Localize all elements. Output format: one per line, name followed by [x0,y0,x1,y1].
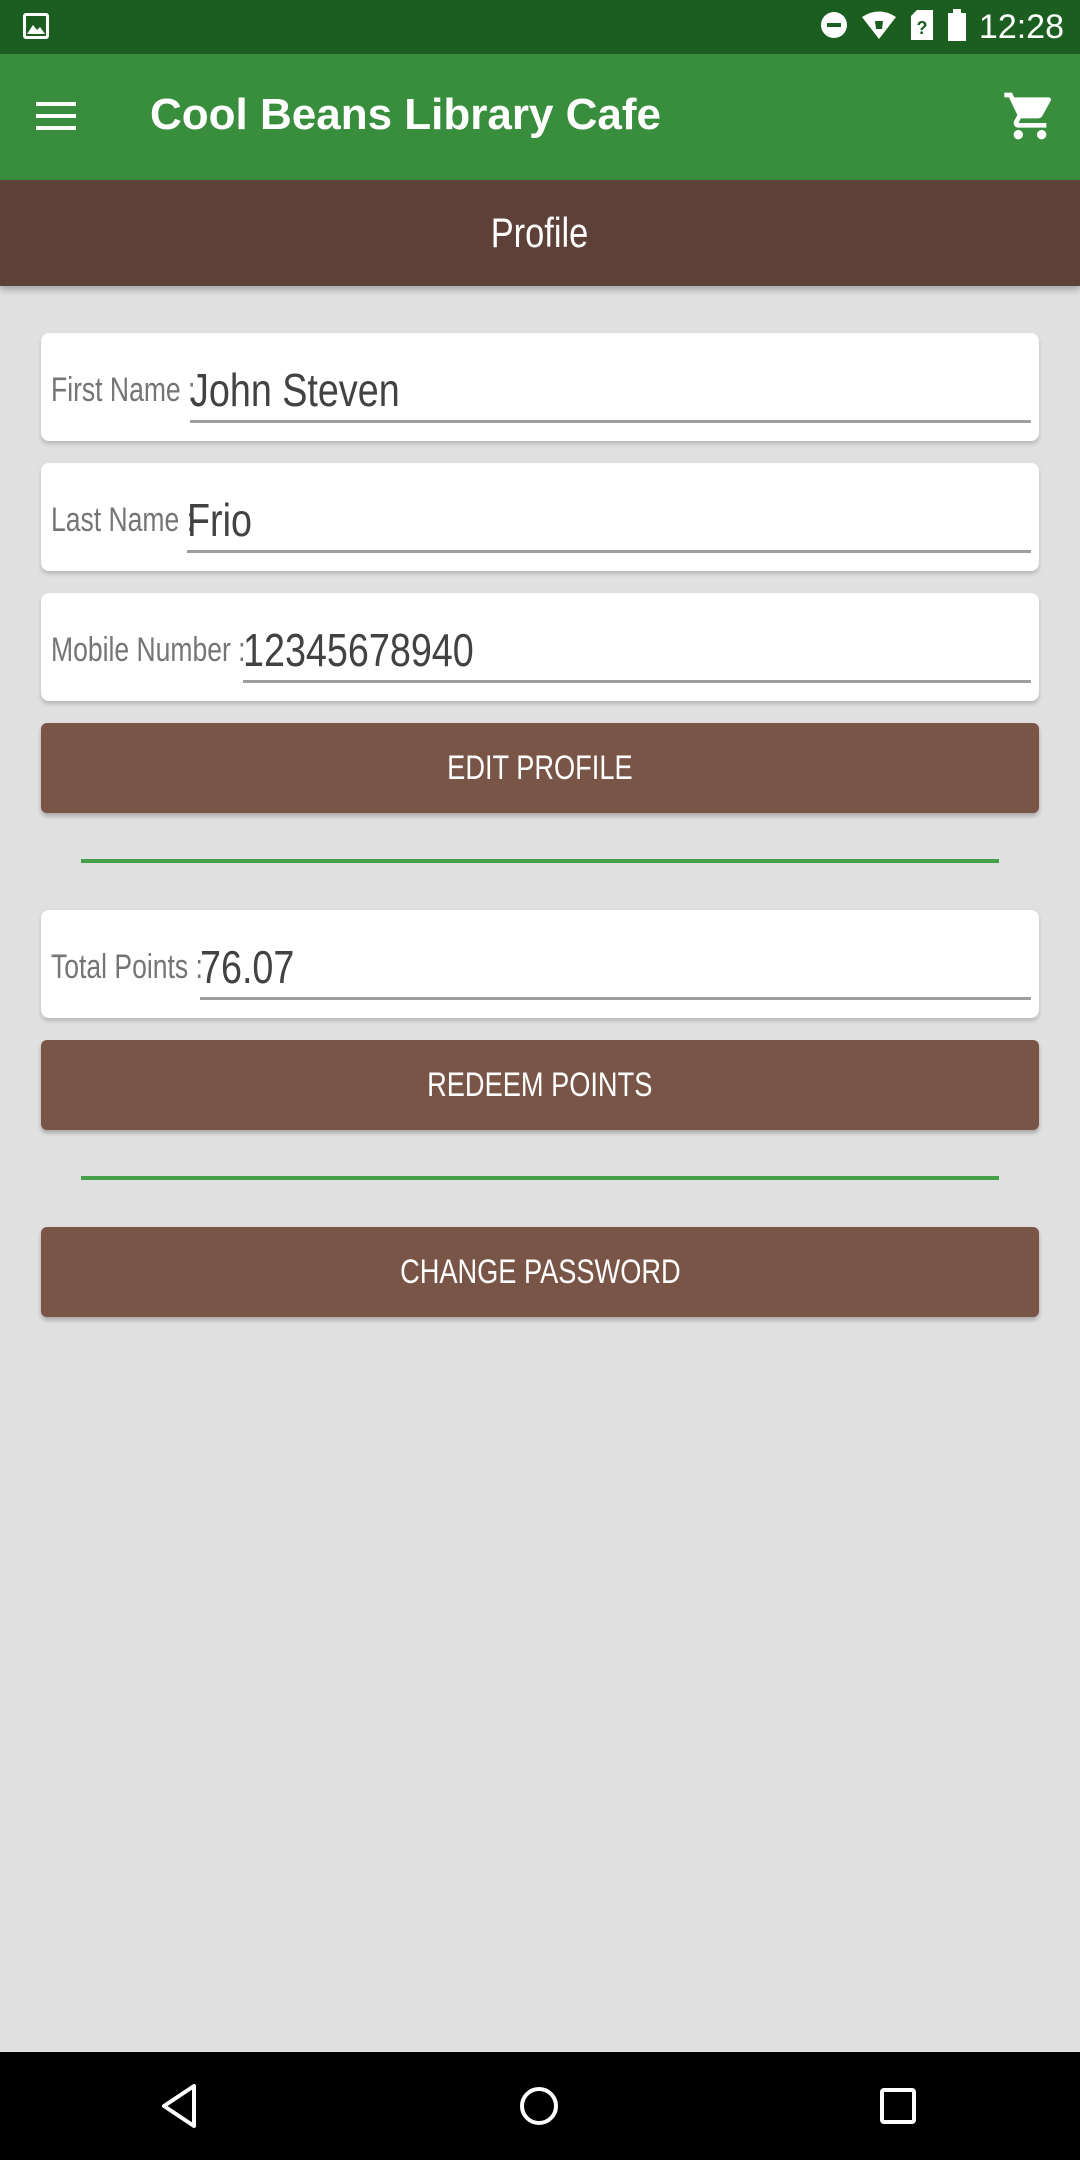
menu-icon[interactable] [34,96,78,136]
sim-icon: ? [909,9,935,46]
redeem-points-button[interactable]: REDEEM POINTS [41,1040,1039,1130]
cart-icon[interactable] [1002,88,1058,144]
last-name-field[interactable]: Frio [187,481,1031,553]
status-bar: ? 12:28 [0,0,1080,54]
edit-profile-button[interactable]: EDIT PROFILE [41,723,1039,813]
recents-icon[interactable] [868,2076,928,2136]
first-name-field[interactable]: John Steven [190,351,1031,423]
total-points-label: Total Points : [51,948,203,986]
app-bar: Cool Beans Library Cafe [0,54,1080,180]
mobile-number-value: 12345678940 [243,624,474,676]
last-name-card: Last Name : Frio [41,463,1039,571]
total-points-value: 76.07 [200,941,295,993]
mobile-number-card: Mobile Number : 12345678940 [41,593,1039,701]
first-name-value: John Steven [190,364,400,416]
wifi-icon [861,10,897,45]
navigation-bar [0,2052,1080,2160]
mobile-number-label: Mobile Number : [51,631,246,669]
redeem-points-label: REDEEM POINTS [427,1065,653,1104]
last-name-label: Last Name : [51,501,194,539]
home-icon[interactable] [509,2076,569,2136]
profile-header: Profile [0,180,1080,286]
clock-time: 12:28 [978,7,1064,46]
edit-profile-label: EDIT PROFILE [447,748,633,787]
image-notification-icon [22,12,50,45]
app-title: Cool Beans Library Cafe [150,90,662,139]
last-name-value: Frio [187,494,252,546]
battery-icon [947,8,967,46]
do-not-disturb-icon [819,10,849,45]
mobile-number-field[interactable]: 12345678940 [243,611,1031,683]
change-password-button[interactable]: CHANGE PASSWORD [41,1227,1039,1317]
back-icon[interactable] [150,2076,210,2136]
total-points-field: 76.07 [200,928,1031,1000]
divider [81,859,999,863]
divider [81,1176,999,1180]
change-password-label: CHANGE PASSWORD [399,1252,681,1291]
section-title: Profile [491,209,589,256]
first-name-label: First Name : [51,371,196,409]
svg-text:?: ? [916,18,927,38]
first-name-card: First Name : John Steven [41,333,1039,441]
total-points-card: Total Points : 76.07 [41,910,1039,1018]
